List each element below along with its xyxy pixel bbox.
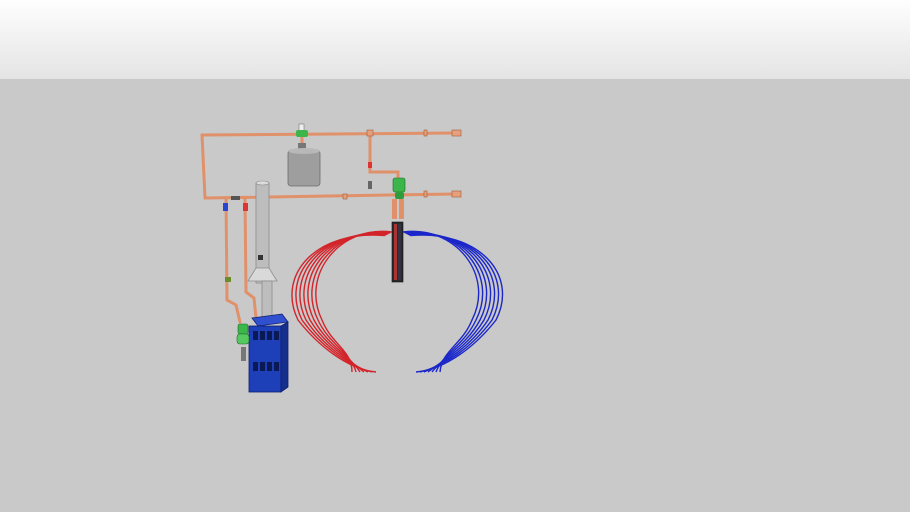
flue-damper [258,255,263,260]
pump-motor [237,323,249,335]
tank-body [287,149,321,187]
top-pipe-end-fitting [451,129,462,137]
air-separator [231,196,240,200]
supply-tubing-loops [291,230,393,373]
boiler-top [251,313,289,327]
middle-pipe-coupling [342,193,348,200]
flue-top [255,180,270,186]
top-main-pipe [200,131,457,137]
tank-valve [296,130,308,137]
top-pipe-union [423,129,428,137]
manifold-pump [392,177,406,193]
middle-pipe-end-fitting [451,190,462,198]
manifold-gray-valve [368,181,372,189]
copper-piping [200,131,457,324]
manifold-return-bar [398,224,401,280]
manifold-return-header [399,199,404,219]
air-vent [298,123,305,132]
return-tube-loop [405,231,488,373]
return-tubing-loops [402,230,504,373]
tee-fitting [366,129,374,137]
tank-top [288,148,320,154]
manifold-supply-bar [394,224,397,280]
pump-flange [241,347,246,361]
return-check-valve [225,277,231,282]
return-tube-loop [404,231,484,373]
flue-lower-section [261,280,273,318]
pump-volute [236,333,250,345]
boiler-side [280,321,289,393]
boiler-return-pipe [224,196,242,324]
manifold-pump-base [395,192,404,199]
middle-main-pipe [203,192,457,200]
red-valve [243,203,248,211]
hydronic-system-model [200,123,504,393]
draft-hood [247,267,278,282]
manifold-body [391,221,404,283]
middle-pipe-union [423,190,428,198]
return-tube-loop [402,230,480,373]
boiler-supply-pipe [243,196,258,320]
boiler [248,313,289,393]
manifold-supply-header [392,199,397,219]
circulator-pump [236,323,250,361]
manifold-red-valve [368,162,372,168]
left-riser-pipe [200,133,207,200]
blue-valve [223,203,228,211]
